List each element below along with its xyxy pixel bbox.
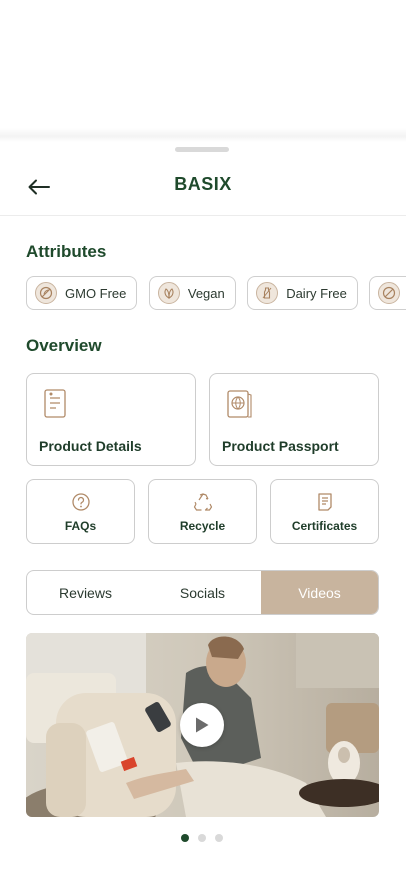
video-thumbnail[interactable]: [26, 633, 379, 817]
chip-gmo-free[interactable]: GMO Free: [26, 276, 138, 310]
faqs-card[interactable]: FAQs: [26, 479, 135, 544]
tab-socials[interactable]: Socials: [144, 571, 261, 614]
carousel-dot[interactable]: [215, 834, 223, 842]
gmo-free-icon: [35, 282, 57, 304]
no-sugar-icon: [378, 282, 401, 304]
card-label: FAQs: [64, 519, 97, 533]
attributes-heading: Attributes: [26, 242, 107, 261]
sheet-edge: [0, 128, 406, 142]
certificates-card[interactable]: Certificates: [270, 479, 379, 544]
leaf-icon: [157, 282, 180, 304]
recycle-card[interactable]: Recycle: [148, 479, 257, 544]
card-label: Product Passport: [222, 438, 339, 454]
dairy-free-icon: [256, 282, 279, 304]
chip-label: Vegan: [187, 285, 225, 301]
carousel-dot[interactable]: [198, 834, 206, 842]
brand-title: BASIX: [174, 174, 232, 194]
chip-dairy-free[interactable]: Dairy Free: [247, 276, 358, 310]
carousel-indicator: [181, 834, 232, 842]
attribute-chips: GMO Free Vegan Dairy Free S: [26, 276, 406, 310]
passport-icon: [224, 388, 254, 425]
certificate-icon: [315, 492, 335, 517]
play-icon: [196, 717, 209, 733]
document-icon: [41, 388, 69, 425]
play-button[interactable]: [180, 703, 224, 747]
status-area: [0, 0, 406, 140]
tab-reviews[interactable]: Reviews: [27, 571, 144, 614]
chip-vegan[interactable]: Vegan: [148, 276, 236, 310]
product-details-card[interactable]: Product Details: [26, 373, 196, 466]
card-label: Recycle: [179, 519, 226, 533]
recycle-icon: [192, 492, 214, 517]
overview-heading: Overview: [26, 336, 102, 355]
content-tabs: Reviews Socials Videos: [26, 570, 379, 615]
question-circle-icon: [71, 492, 91, 517]
chip-label: Dairy Free: [286, 285, 347, 301]
card-label: Product Details: [39, 438, 142, 454]
card-label: Certificates: [291, 519, 358, 533]
header: BASIX: [0, 160, 406, 216]
tab-videos[interactable]: Videos: [261, 571, 378, 614]
chip-label: GMO Free: [65, 285, 127, 301]
chip-sugar-free[interactable]: S: [369, 276, 406, 310]
sheet-grabber[interactable]: [175, 147, 229, 152]
product-passport-card[interactable]: Product Passport: [209, 373, 379, 466]
carousel-dot[interactable]: [181, 834, 189, 842]
